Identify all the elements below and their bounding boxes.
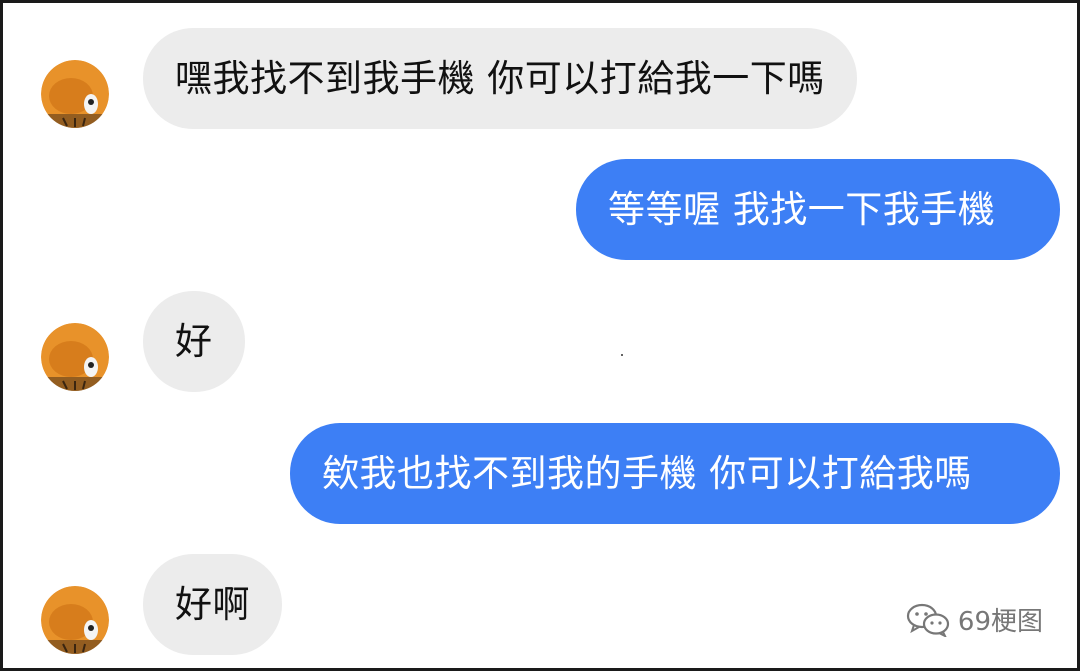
watermark: 69梗图 [906, 601, 1043, 638]
outgoing-message-bubble[interactable]: 欸我也找不到我的手機 你可以打給我嗎 [290, 423, 1060, 524]
chat-screenshot: 嘿我找不到我手機 你可以打給我一下嗎 等等喔 我找一下我手機 好 欸我也找不到我… [0, 0, 1080, 671]
watermark-text: 69梗图 [957, 607, 1043, 637]
contact-avatar[interactable] [41, 323, 109, 391]
avatar-image [41, 60, 109, 128]
stray-dot [621, 354, 623, 356]
message-text: 好啊 [175, 583, 250, 626]
outgoing-message-bubble[interactable]: 等等喔 我找一下我手機 [576, 159, 1060, 260]
message-text: 欸我也找不到我的手機 你可以打給我嗎 [322, 452, 972, 495]
message-text: 嘿我找不到我手機 你可以打給我一下嗎 [175, 57, 825, 100]
avatar-image [41, 323, 109, 391]
incoming-message-bubble[interactable]: 嘿我找不到我手機 你可以打給我一下嗎 [143, 28, 857, 129]
message-text: 好 [175, 320, 213, 363]
contact-avatar[interactable] [41, 60, 109, 128]
incoming-message-bubble[interactable]: 好啊 [143, 554, 282, 655]
wechat-icon [906, 603, 950, 637]
incoming-message-bubble[interactable]: 好 [143, 291, 245, 392]
avatar-image [41, 586, 109, 654]
message-text: 等等喔 我找一下我手機 [608, 188, 996, 231]
contact-avatar[interactable] [41, 586, 109, 654]
